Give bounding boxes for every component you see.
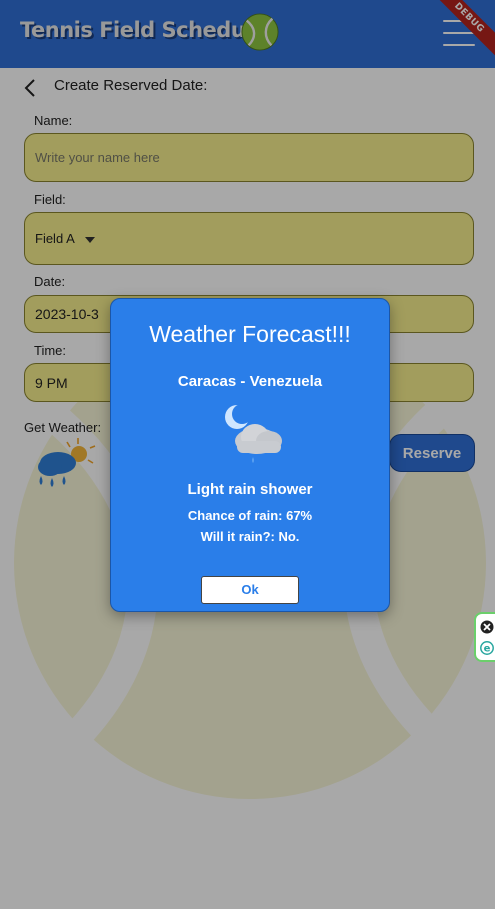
dialog-chance-of-rain: Chance of rain: 67% <box>187 508 313 523</box>
e-icon[interactable]: e <box>480 641 494 655</box>
close-icon[interactable] <box>480 620 494 634</box>
svg-text:e: e <box>484 644 491 655</box>
dialog-condition: Light rain shower <box>187 481 313 498</box>
ok-button[interactable]: Ok <box>201 576 299 604</box>
side-extension-widget[interactable]: e <box>474 612 495 662</box>
night-cloud-icon <box>225 404 282 463</box>
weather-dialog: Weather Forecast!!! Caracas - Venezuela … <box>110 298 390 612</box>
dialog-location: Caracas - Venezuela <box>177 373 323 390</box>
dialog-title: Weather Forecast!!! <box>149 321 351 347</box>
dialog-will-it-rain: Will it rain?: No. <box>200 529 300 544</box>
